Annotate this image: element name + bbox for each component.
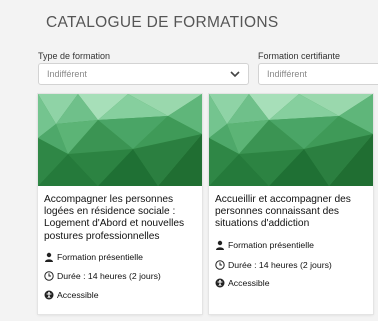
course-title[interactable]: Accueillir et accompagner des personnes … xyxy=(215,194,367,231)
filter-type-label: Type de formation xyxy=(38,51,111,61)
course-mode-text: Formation présentielle xyxy=(228,240,314,250)
course-mode: Formation présentielle xyxy=(215,240,314,250)
course-access: Accessible xyxy=(44,290,99,300)
course-thumbnail xyxy=(209,94,373,186)
course-duration: Durée : 14 heures (2 jours) xyxy=(215,260,332,270)
course-card[interactable]: Accueillir et accompagner des personnes … xyxy=(209,94,373,314)
course-card[interactable]: Accompagner les personnes logées en rési… xyxy=(38,94,202,314)
filter-certifiante-value: Indifférent xyxy=(267,69,307,79)
course-mode-text: Formation présentielle xyxy=(57,252,143,262)
course-access: Accessible xyxy=(215,278,270,288)
course-thumbnail xyxy=(38,94,202,186)
filter-type-value: Indifférent xyxy=(47,69,87,79)
course-access-text: Accessible xyxy=(228,278,270,288)
course-duration: Durée : 14 heures (2 jours) xyxy=(44,271,161,281)
course-mode: Formation présentielle xyxy=(44,252,143,262)
page-title: CATALOGUE DE FORMATIONS xyxy=(46,14,279,31)
user-icon xyxy=(216,240,224,250)
course-duration-text: Durée : 14 heures (2 jours) xyxy=(57,271,161,281)
filter-certifiante-label: Formation certifiante xyxy=(258,51,341,61)
course-title[interactable]: Accompagner les personnes logées en rési… xyxy=(44,194,196,243)
course-access-text: Accessible xyxy=(57,290,99,300)
clock-icon xyxy=(215,260,225,270)
course-duration-text: Durée : 14 heures (2 jours) xyxy=(228,260,332,270)
accessibility-icon xyxy=(44,290,54,300)
filter-certifiante-select[interactable]: Indifférent xyxy=(258,63,378,85)
accessibility-icon xyxy=(215,278,225,288)
clock-icon xyxy=(44,271,54,281)
user-icon xyxy=(45,252,53,262)
filter-type-select[interactable]: Indifférent xyxy=(38,63,249,85)
chevron-down-icon xyxy=(230,71,240,78)
